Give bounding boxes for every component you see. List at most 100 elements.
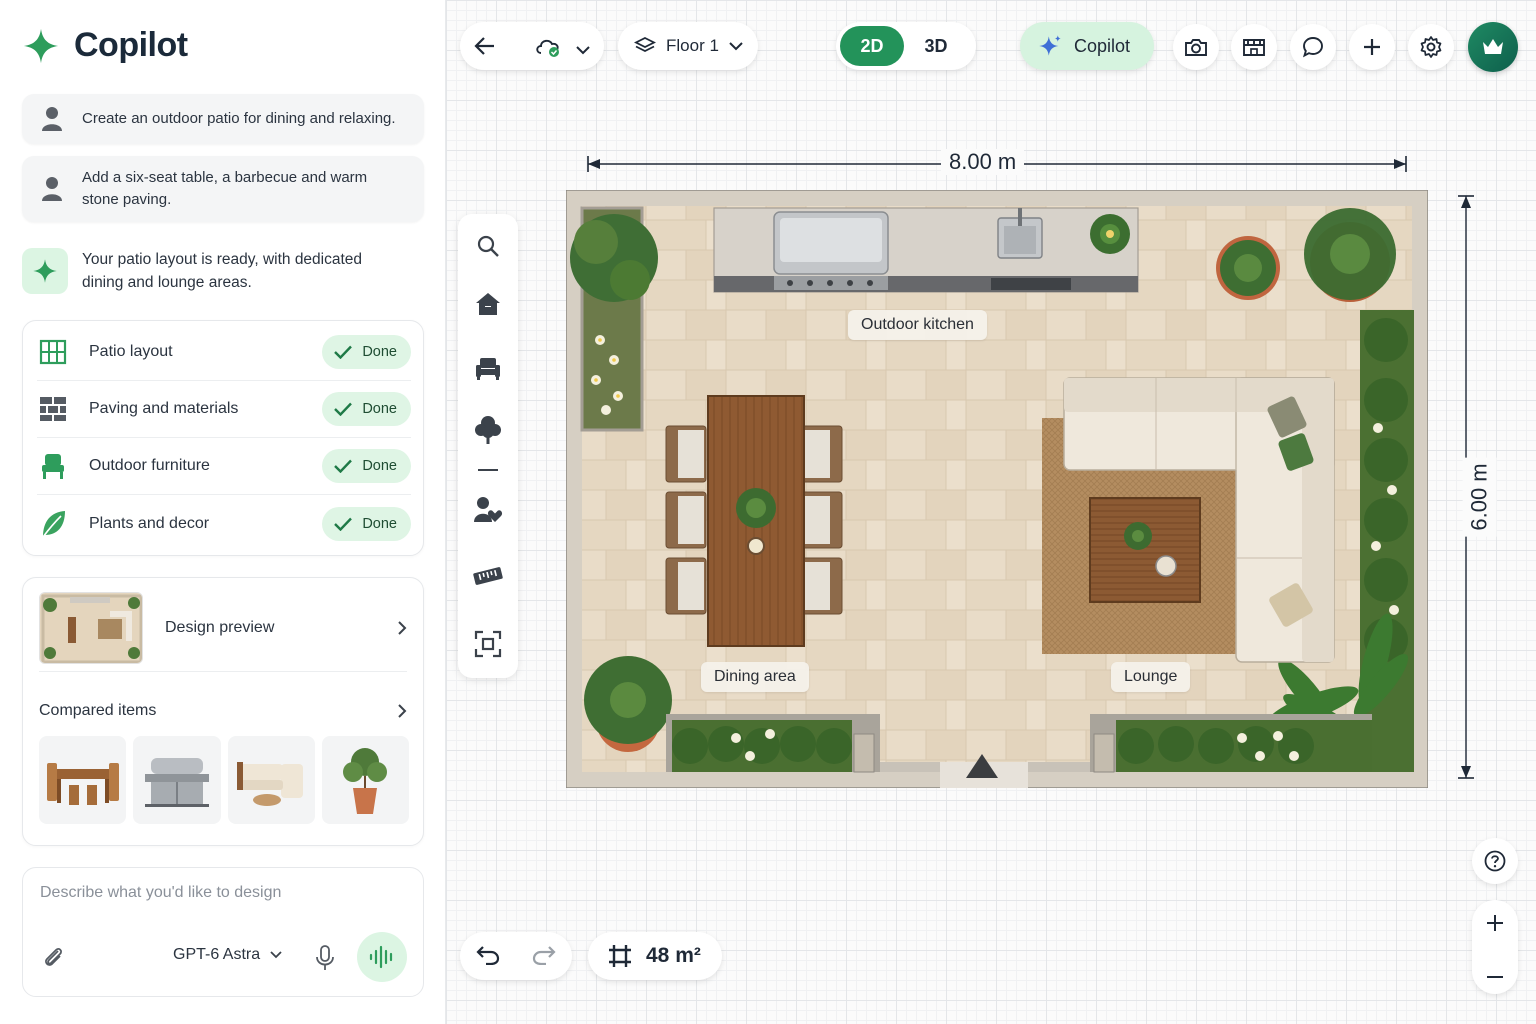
chat-bubble-icon — [1302, 37, 1323, 58]
history-controls — [460, 932, 572, 980]
settings-button[interactable] — [1408, 24, 1454, 70]
assistant-message: Your patio layout is ready, with dedicat… — [22, 248, 424, 294]
measure-tool[interactable] — [458, 556, 518, 596]
status-text: Done — [362, 344, 397, 360]
task-furniture[interactable]: Outdoor furniture Done — [37, 438, 411, 495]
task-plants[interactable]: Plants and decor Done — [37, 495, 411, 552]
undo-icon[interactable] — [476, 943, 500, 970]
brand: Copilot — [22, 26, 188, 65]
premium-button[interactable] — [1468, 22, 1518, 72]
prompt-composer: Describe what you'd like to design GPT-6… — [22, 867, 424, 997]
chevron-down-icon — [270, 951, 282, 959]
check-icon — [334, 345, 353, 359]
status-text: Done — [362, 401, 397, 417]
zoom-in-icon[interactable] — [1486, 914, 1504, 937]
status-badge: Done — [322, 392, 411, 426]
room-label-lounge[interactable]: Lounge — [1111, 662, 1191, 692]
tree-icon — [475, 416, 501, 444]
people-tool[interactable] — [458, 490, 518, 530]
model-selector[interactable]: GPT-6 Astra — [173, 946, 282, 964]
user-message-text: Add a six-seat table, a barbecue and war… — [82, 169, 368, 208]
preview-card: Design preview Compared items — [22, 577, 424, 846]
copilot-panel: Copilot Create an outdoor patio for dini… — [0, 0, 446, 1024]
catalog-button[interactable] — [1231, 24, 1277, 70]
compared-items-row[interactable]: Compared items — [39, 702, 407, 720]
help-button[interactable] — [1472, 838, 1518, 884]
back-arrow-icon[interactable] — [474, 36, 496, 61]
area-value: 48 m² — [646, 944, 701, 967]
camera-button[interactable] — [1173, 24, 1219, 70]
room-label-dining[interactable]: Dining area — [701, 662, 809, 692]
comments-button[interactable] — [1290, 24, 1336, 70]
armchair-icon — [476, 358, 500, 380]
patio-floor-plan[interactable] — [566, 190, 1428, 788]
camera-icon — [1185, 39, 1207, 56]
tool-divider — [478, 469, 498, 471]
layers-icon — [634, 36, 656, 53]
zoom-controls — [1472, 900, 1518, 994]
furniture-tool[interactable] — [458, 348, 518, 388]
status-badge: Done — [322, 506, 411, 541]
file-toolbar — [460, 22, 604, 70]
task-paving[interactable]: Paving and materials Done — [37, 381, 411, 438]
chevron-down-icon[interactable] — [576, 42, 590, 60]
room-label-kitchen[interactable]: Outdoor kitchen — [848, 310, 987, 340]
gear-icon — [1420, 36, 1442, 58]
search-tool[interactable] — [458, 226, 518, 266]
user-message-text: Create an outdoor patio for dining and r… — [82, 110, 396, 127]
attach-icon[interactable] — [41, 945, 67, 976]
barbecue-grill-thumbnail[interactable] — [133, 736, 221, 824]
help-icon — [1484, 850, 1506, 872]
prompt-input[interactable]: Describe what you'd like to design — [40, 884, 281, 902]
height-dimension-label: 6.00 m — [1462, 457, 1497, 537]
model-name: GPT-6 Astra — [173, 946, 261, 963]
leaf-icon — [37, 509, 69, 539]
assistant-message-text: Your patio layout is ready, with dedicat… — [82, 251, 363, 291]
grid-icon — [37, 339, 69, 365]
cloud-saved-icon[interactable] — [534, 34, 562, 63]
ruler-icon — [473, 567, 503, 585]
redo-icon[interactable] — [532, 943, 556, 970]
storefront-icon — [1243, 39, 1265, 56]
area-frame-icon — [609, 945, 631, 967]
user-icon — [40, 106, 64, 132]
check-icon — [334, 517, 353, 531]
view-3d-button[interactable]: 3D — [904, 26, 968, 66]
status-text: Done — [362, 515, 397, 532]
task-label: Patio layout — [89, 343, 173, 360]
status-badge: Done — [322, 335, 411, 369]
microphone-icon[interactable] — [315, 944, 335, 977]
panel-title: Copilot — [74, 26, 188, 64]
task-patio-layout[interactable]: Patio layout Done — [37, 324, 411, 381]
floor-selector[interactable]: Floor 1 — [618, 22, 758, 70]
chevron-right-icon — [398, 620, 407, 635]
zoom-out-icon[interactable] — [1486, 966, 1504, 984]
house-icon — [476, 293, 500, 315]
potted-plant-thumbnail[interactable] — [321, 736, 409, 824]
status-badge: Done — [322, 449, 411, 483]
build-tool[interactable] — [458, 284, 518, 324]
sectional-sofa-thumbnail[interactable] — [227, 736, 315, 824]
task-list: Patio layout Done Paving and materials D… — [22, 320, 424, 556]
compared-items-label: Compared items — [39, 702, 157, 719]
scan-area-icon — [474, 630, 502, 658]
sparkle-icon — [1039, 35, 1061, 56]
plus-icon — [1364, 39, 1380, 55]
sparkle-icon — [22, 248, 68, 294]
select-area-tool[interactable] — [458, 624, 518, 664]
bricks-icon — [37, 396, 69, 422]
check-icon — [334, 459, 353, 473]
add-button[interactable] — [1349, 24, 1395, 70]
plants-tool[interactable] — [458, 410, 518, 450]
waveform-icon — [369, 945, 393, 969]
voice-mode-button[interactable] — [357, 932, 407, 982]
floor-label: Floor 1 — [666, 36, 719, 55]
view-2d-button[interactable]: 2D — [840, 26, 904, 66]
user-message: Create an outdoor patio for dining and r… — [22, 94, 424, 144]
width-dimension-label: 8.00 m — [941, 149, 1025, 175]
user-icon — [40, 176, 64, 202]
design-preview-row[interactable]: Design preview — [39, 591, 407, 672]
floor-plan-canvas[interactable]: Floor 1 2D 3D Copilot 8.00 m 6.00 m Outd… — [446, 0, 1536, 1024]
dining-set-thumbnail[interactable] — [39, 736, 127, 824]
copilot-button[interactable]: Copilot — [1020, 22, 1154, 70]
